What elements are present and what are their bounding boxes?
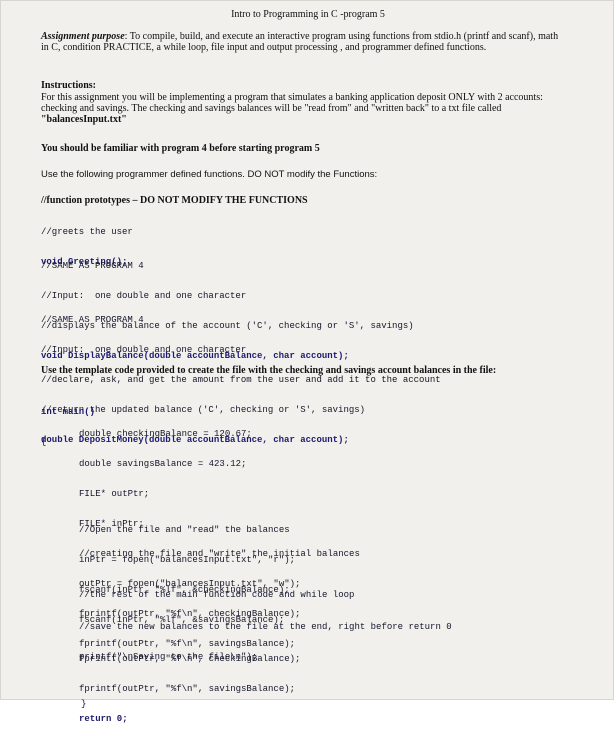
use-functions-note: Use the following programmer defined fun… <box>41 169 378 180</box>
code-line: //declare, ask, and get the amount from … <box>41 375 441 385</box>
code-line: //save the new balances to the file at t… <box>79 622 452 632</box>
code-line: inPtr = fopen("balancesInput.txt", "r"); <box>79 555 296 565</box>
page-title: Intro to Programming in C -program 5 <box>231 9 385 20</box>
code-line: //the rest of the main function code and… <box>79 590 355 600</box>
code-line: FILE* outPtr; <box>79 489 150 499</box>
prototypes-heading: //function prototypes – DO NOT MODIFY TH… <box>41 195 308 206</box>
code-main-write-return: fprintf(outPtr, "%f\n", checkingBalance)… <box>79 634 300 744</box>
code-line: fprintf(outPtr, "%f\n", checkingBalance)… <box>79 654 301 664</box>
code-line: } <box>81 699 87 709</box>
code-main-close: } <box>81 679 103 729</box>
code-line: fprintf(outPtr, "%f\n", savingsBalance); <box>79 684 296 694</box>
code-line: //Input: one double and one character <box>41 345 247 355</box>
code-line: //SAME AS PROGRAM 4 <box>41 315 144 325</box>
code-line: double checkingBalance = 120.67; <box>79 429 252 439</box>
code-line: return 0; <box>79 714 128 724</box>
filename: "balancesInput.txt" <box>41 114 127 125</box>
code-line: //Open the file and "read" the balances <box>79 525 290 535</box>
familiar-note: You should be familiar with program 4 be… <box>41 143 320 154</box>
code-line: //greets the user <box>41 227 133 237</box>
code-line: //SAME AS PROGRAM 4 <box>41 261 144 271</box>
instructions-heading: Instructions: <box>41 80 97 91</box>
purpose-label: Assignment purpose <box>41 31 125 42</box>
template-note: Use the template code provided to create… <box>41 365 497 376</box>
assignment-purpose: Assignment purpose: To compile, build, a… <box>41 31 561 53</box>
instructions-text: For this assignment you will be implemen… <box>41 92 543 125</box>
code-line: double savingsBalance = 423.12; <box>79 459 247 469</box>
document-page: Intro to Programming in C -program 5 Ass… <box>0 0 614 724</box>
